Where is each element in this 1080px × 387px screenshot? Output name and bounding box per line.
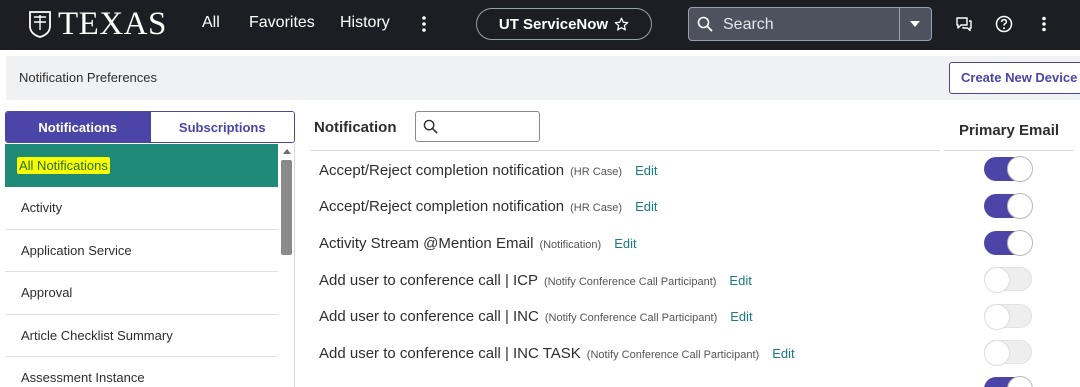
primary-email-toggle[interactable]: [984, 193, 1033, 219]
category-label: Application Service: [21, 242, 132, 258]
logo-wordmark: TEXAS: [58, 5, 167, 42]
category-scrollbar[interactable]: [280, 144, 294, 387]
notification-context: (Notify Conference Call Participant): [586, 349, 760, 361]
page-title: Notification Preferences: [19, 70, 158, 85]
notification-row: Add user to conference call | INC TASK (…: [319, 345, 795, 367]
notification-context: (HR Case): [570, 166, 623, 178]
category-item[interactable]: Application Service: [5, 230, 278, 272]
notification-name: Accept/Reject completion notification: [319, 198, 565, 215]
notification-name: Add user to conference call | INC TASK: [319, 345, 581, 362]
notification-row: Add user to conference call | INC (Notif…: [319, 308, 753, 330]
notification-row: Activity Stream @Mention Email (Notifica…: [319, 235, 637, 257]
app-scope-label: UT ServiceNow: [498, 15, 609, 33]
tab-notifications[interactable]: Notifications: [6, 112, 150, 142]
category-all-notifications[interactable]: All Notifications: [5, 144, 278, 187]
primary-email-toggle[interactable]: [984, 376, 1033, 387]
category-label: Approval: [21, 285, 73, 301]
toggle-knob: [1007, 156, 1033, 182]
toggle-knob: [984, 340, 1010, 366]
edit-link[interactable]: Edit: [635, 199, 657, 214]
page-header: Notification Preferences Create New Devi…: [6, 56, 1080, 100]
nav-history[interactable]: History: [340, 14, 390, 32]
seal-icon: [29, 11, 51, 38]
edit-link[interactable]: Edit: [614, 236, 636, 251]
notification-name: Activity Stream @Mention Email: [319, 235, 534, 252]
preference-tabs: Notifications Subscriptions: [5, 111, 295, 143]
global-search[interactable]: Search: [688, 7, 932, 41]
primary-email-toggle[interactable]: [984, 156, 1033, 182]
search-icon: [697, 16, 713, 32]
notification-filter-input[interactable]: [415, 111, 540, 142]
app-scope-pill[interactable]: UT ServiceNow: [476, 8, 652, 40]
primary-email-toggle[interactable]: [984, 230, 1033, 256]
toggle-knob: [984, 267, 1010, 293]
notification-name: Accept/Reject completion notification: [319, 162, 565, 179]
notification-context: (HR Case): [570, 202, 623, 214]
scroll-up-icon[interactable]: [283, 149, 291, 154]
nav-all[interactable]: All: [202, 14, 220, 32]
scrollbar-thumb[interactable]: [281, 160, 292, 255]
notification-name: Add user to conference call | INC: [319, 308, 539, 325]
star-icon[interactable]: [614, 17, 629, 32]
edit-link[interactable]: Edit: [772, 346, 794, 361]
table-header-divider: [310, 150, 940, 151]
notification-context: (Notify Conference Call Participant): [544, 276, 717, 288]
tab-subscriptions[interactable]: Subscriptions: [149, 112, 294, 142]
primary-email-column-header: Primary Email: [958, 122, 1060, 139]
more-vertical-icon[interactable]: [416, 13, 432, 35]
toggle-knob: [984, 304, 1010, 330]
notification-context: (Notify Conference Call Participant): [544, 312, 718, 324]
toggle-knob: [1007, 193, 1033, 219]
category-label: Activity: [21, 200, 63, 216]
ut-texas-logo[interactable]: TEXAS: [28, 6, 167, 42]
category-item[interactable]: Activity: [5, 187, 278, 230]
help-icon[interactable]: [994, 14, 1014, 34]
edit-link[interactable]: Edit: [729, 273, 751, 288]
top-navigation-bar: TEXAS All Favorites History UT ServiceNo…: [0, 0, 1080, 50]
category-item[interactable]: Assessment Instance: [5, 357, 278, 387]
more-vertical-icon[interactable]: [1034, 14, 1054, 34]
edit-link[interactable]: Edit: [635, 163, 657, 178]
toggle-knob: [1007, 230, 1033, 256]
primary-email-toggle[interactable]: [984, 304, 1032, 330]
category-label: Assessment Instance: [21, 370, 145, 386]
toggle-knob: [1007, 376, 1033, 387]
search-icon: [423, 119, 438, 134]
notification-row: Accept/Reject completion notification (H…: [319, 198, 658, 220]
category-label: Article Checklist Summary: [21, 327, 173, 343]
search-input[interactable]: Search: [723, 16, 774, 34]
panel-divider: [294, 144, 295, 387]
primary-email-toggle[interactable]: [984, 267, 1032, 293]
table-header-divider: [944, 150, 1074, 151]
notification-context: (Notification): [539, 239, 602, 251]
search-divider: [899, 8, 900, 40]
chevron-down-icon[interactable]: [909, 20, 921, 28]
chat-icon[interactable]: [954, 14, 974, 34]
category-label: All Notifications: [17, 157, 110, 174]
nav-favorites[interactable]: Favorites: [249, 14, 315, 32]
notification-name: Add user to conference call | ICP: [319, 272, 539, 289]
notification-row: Add user to conference call | ICP (Notif…: [319, 272, 752, 294]
category-item[interactable]: Approval: [5, 272, 278, 315]
notification-column-header: Notification: [314, 119, 397, 136]
notification-row: Accept/Reject completion notification (H…: [319, 162, 658, 184]
category-item[interactable]: Article Checklist Summary: [5, 315, 278, 357]
primary-email-toggle[interactable]: [984, 340, 1032, 366]
create-new-device-button[interactable]: Create New Device: [949, 62, 1080, 94]
category-list: All Notifications Activity Application S…: [5, 144, 278, 387]
edit-link[interactable]: Edit: [730, 309, 752, 324]
